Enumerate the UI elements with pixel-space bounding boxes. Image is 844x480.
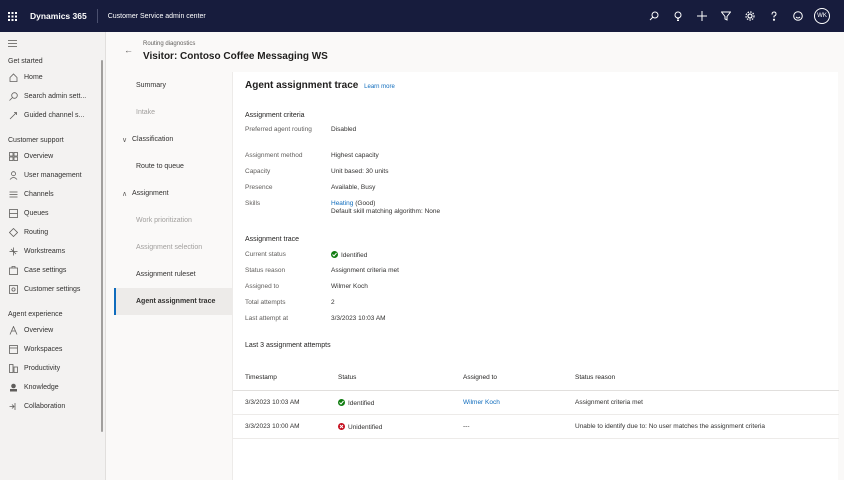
routing-icon (8, 228, 18, 238)
nav-item-customer-settings[interactable]: Customer settings (0, 280, 105, 299)
gear-icon[interactable] (738, 0, 762, 32)
workspaces-icon (8, 345, 18, 355)
assigned-agent-link[interactable]: Wilmer Koch (331, 283, 368, 291)
assignment-trace-title: Assignment trace (245, 236, 300, 243)
assigned-agent-link[interactable]: Wilmer Koch (463, 399, 575, 406)
nav-item-case-settings[interactable]: Case settings (0, 261, 105, 280)
help-icon[interactable] (762, 0, 786, 32)
column-header-timestamp[interactable]: Timestamp (233, 374, 338, 381)
nav-group-get-started: Get started (8, 57, 43, 65)
lightbulb-icon[interactable] (666, 0, 690, 32)
overview-icon (8, 326, 18, 336)
skills-row: Skills Heating (Good) Default skill matc… (245, 200, 441, 215)
search-icon (8, 92, 18, 102)
column-header-assigned-to[interactable]: Assigned to (463, 374, 575, 381)
rocket-icon (8, 111, 18, 121)
main-content: ← Routing diagnostics Visitor: Contoso C… (106, 32, 844, 480)
step-assignment-selection[interactable]: Assignment selection (114, 234, 232, 261)
queues-icon (8, 209, 18, 219)
nav-group-customer-support: Customer support (8, 136, 64, 144)
filter-icon[interactable] (714, 0, 738, 32)
smiley-icon[interactable] (786, 0, 810, 32)
nav-item-user-management[interactable]: User management (0, 166, 105, 185)
checkmark-icon (331, 251, 338, 258)
assignment-method-row: Assignment method Highest capacity (245, 152, 379, 159)
top-bar: Dynamics 365 Customer Service admin cent… (0, 0, 844, 32)
app-name[interactable]: Customer Service admin center (98, 13, 206, 20)
preferred-agent-routing-row: Preferred agent routing Disabled (245, 126, 357, 133)
chevron-up-icon: ∧ (122, 190, 128, 198)
table-header-row: Timestamp Status Assigned to Status reas… (233, 365, 839, 391)
home-icon (8, 73, 18, 83)
checkmark-icon (338, 398, 345, 406)
assignment-criteria-title: Assignment criteria (245, 112, 305, 119)
agent-assignment-trace-panel: Agent assignment trace Learn more Assign… (232, 72, 839, 480)
nav-item-workspaces[interactable]: Workspaces (0, 340, 105, 359)
current-status-row: Current status Identified (245, 251, 368, 259)
nav-item-routing[interactable]: Routing (0, 223, 105, 242)
step-work-prioritization[interactable]: Work prioritization (114, 207, 232, 234)
nav-scrollbar[interactable] (101, 60, 103, 432)
status-reason-row: Status reason Assignment criteria met (245, 267, 399, 274)
panel-title: Agent assignment trace Learn more (245, 80, 395, 91)
assigned-to-row: Assigned to Wilmer Koch (245, 283, 368, 291)
nav-item-guided-channel-setup[interactable]: Guided channel s... (0, 106, 105, 125)
last-attempts-title: Last 3 assignment attempts (245, 342, 331, 349)
nav-item-overview[interactable]: Overview (0, 147, 105, 166)
customer-settings-icon (8, 285, 18, 295)
column-header-status[interactable]: Status (338, 374, 463, 381)
diagnostic-steps: Summary Intake ∨ Classification Route to… (114, 72, 232, 480)
channels-icon (8, 190, 18, 200)
user-management-icon (8, 171, 18, 181)
overview-icon (8, 152, 18, 162)
total-attempts-row: Total attempts 2 (245, 299, 335, 306)
nav-item-collaboration[interactable]: Collaboration (0, 397, 105, 416)
last-attempt-row: Last attempt at 3/3/2023 10:03 AM (245, 315, 386, 322)
table-row[interactable]: 3/3/2023 10:03 AM Identified Wilmer Koch… (233, 391, 839, 415)
nav-item-workstreams[interactable]: Workstreams (0, 242, 105, 261)
step-classification[interactable]: ∨ Classification (114, 126, 232, 153)
attempts-table: Timestamp Status Assigned to Status reas… (233, 365, 839, 439)
step-route-to-queue[interactable]: Route to queue (114, 153, 232, 180)
avatar[interactable]: WK (814, 8, 830, 24)
step-assignment-ruleset[interactable]: Assignment ruleset (114, 261, 232, 288)
page-title: Visitor: Contoso Coffee Messaging WS (143, 51, 328, 62)
nav-item-knowledge[interactable]: Knowledge (0, 378, 105, 397)
nav-item-agent-overview[interactable]: Overview (0, 321, 105, 340)
back-arrow-icon[interactable]: ← (124, 45, 133, 55)
nav-item-home[interactable]: Home (0, 68, 105, 87)
step-assignment[interactable]: ∧ Assignment (114, 180, 232, 207)
workstreams-icon (8, 247, 18, 257)
table-row[interactable]: 3/3/2023 10:00 AM Unidentified --- Unabl… (233, 415, 839, 439)
brand-name[interactable]: Dynamics 365 (24, 9, 98, 23)
step-agent-assignment-trace[interactable]: Agent assignment trace (114, 288, 232, 315)
app-launcher-icon[interactable] (0, 0, 24, 32)
plus-icon[interactable] (690, 0, 714, 32)
column-header-status-reason[interactable]: Status reason (575, 374, 839, 381)
nav-item-queues[interactable]: Queues (0, 204, 105, 223)
search-icon[interactable] (642, 0, 666, 32)
learn-more-link[interactable]: Learn more (364, 84, 395, 90)
skill-matching-algorithm: Default skill matching algorithm: None (331, 208, 441, 215)
nav-item-productivity[interactable]: Productivity (0, 359, 105, 378)
hamburger-menu-icon[interactable] (0, 32, 105, 54)
collaboration-icon (8, 402, 18, 412)
step-intake[interactable]: Intake (114, 99, 232, 126)
left-navigation: Get started Home Search admin sett... Gu… (0, 32, 106, 480)
nav-item-search-admin-settings[interactable]: Search admin sett... (0, 87, 105, 106)
presence-row: Presence Available, Busy (245, 184, 376, 191)
step-summary[interactable]: Summary (114, 72, 232, 99)
nav-group-agent-experience: Agent experience (8, 310, 63, 318)
knowledge-icon (8, 383, 18, 393)
chevron-down-icon: ∨ (122, 136, 128, 144)
error-icon (338, 422, 345, 430)
nav-item-channels[interactable]: Channels (0, 185, 105, 204)
productivity-icon (8, 364, 18, 374)
capacity-row: Capacity Unit based: 30 units (245, 168, 389, 175)
case-settings-icon (8, 266, 18, 276)
breadcrumb[interactable]: Routing diagnostics (143, 41, 195, 47)
skill-link[interactable]: Heating (331, 200, 353, 207)
